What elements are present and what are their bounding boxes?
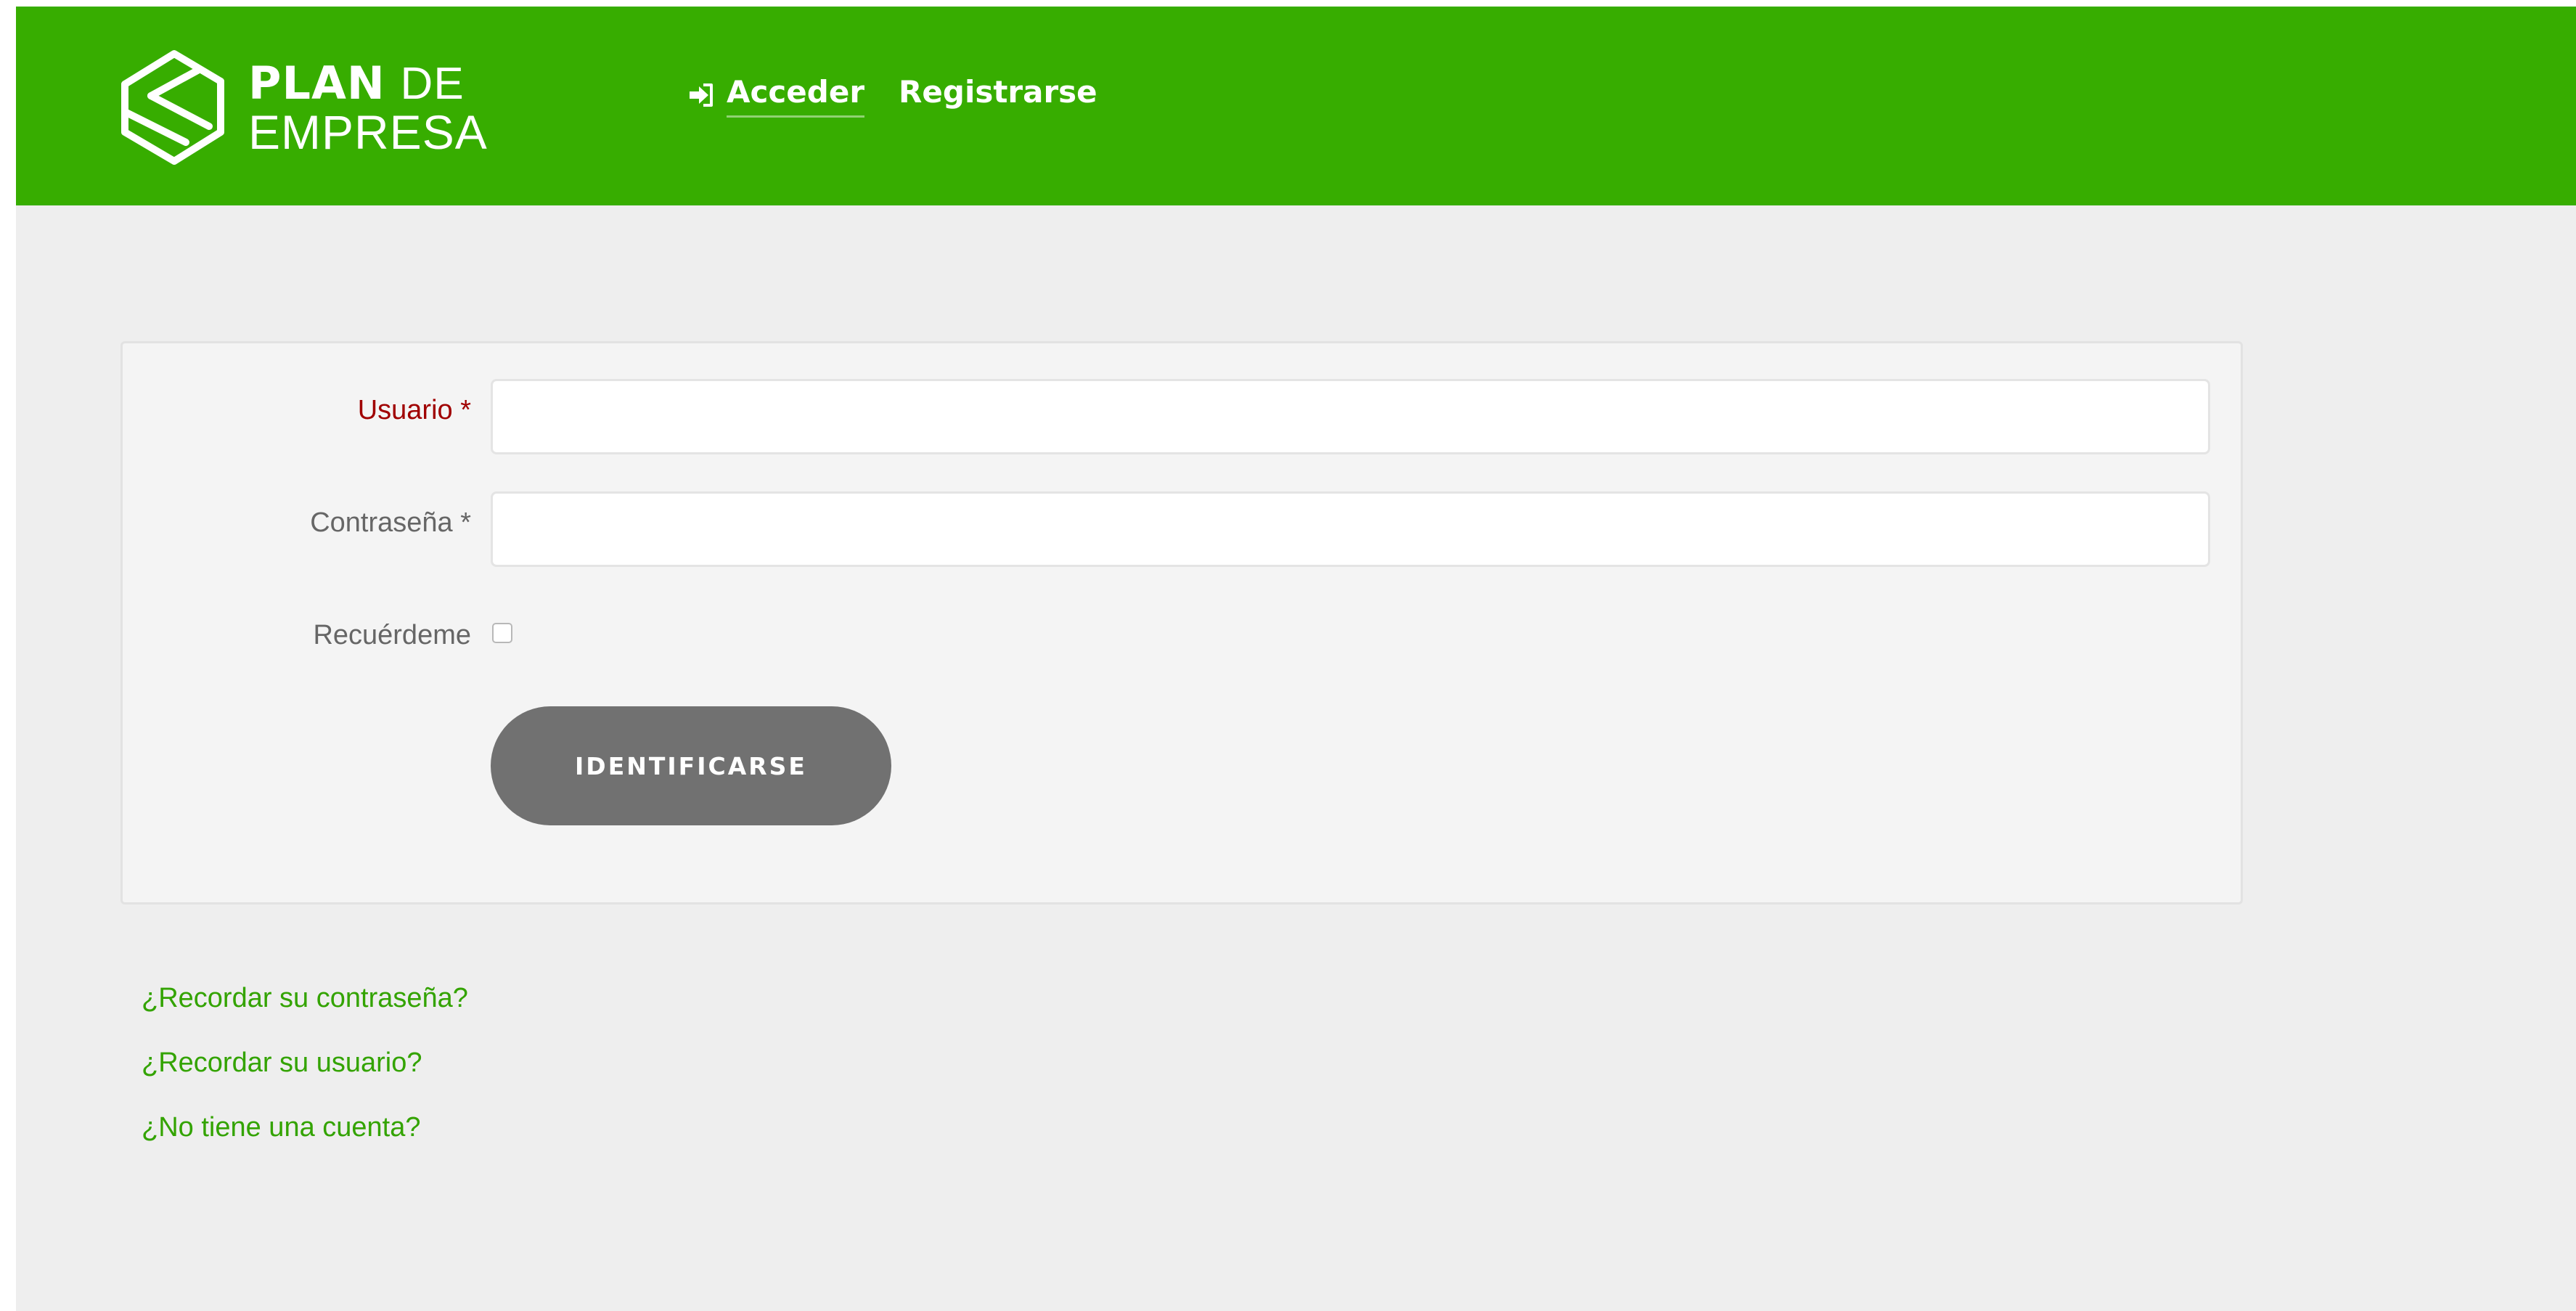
forgot-username-link[interactable]: ¿Recordar su usuario? — [142, 1031, 468, 1095]
remember-me-checkbox[interactable] — [492, 623, 512, 643]
nav-register-link[interactable]: Registrarse — [899, 70, 1097, 114]
main-nav: Acceder Registrarse — [687, 70, 1097, 128]
forgot-password-link[interactable]: ¿Recordar su contraseña? — [142, 966, 468, 1031]
login-form: Usuario * Contraseña * Recuérdeme IDENTI… — [120, 341, 2243, 904]
site-header: PLAN DE EMPRESA Acceder Registrarse — [16, 7, 2576, 205]
box-icon — [121, 50, 224, 165]
remember-me-label: Recuérdeme — [313, 620, 471, 650]
logo-de: DE — [400, 59, 465, 109]
page: PLAN DE EMPRESA Acceder Registrarse Usua… — [16, 7, 2576, 1311]
logo-wordmark: PLAN DE EMPRESA — [248, 61, 488, 159]
account-help-links: ¿Recordar su contraseña? ¿Recordar su us… — [142, 966, 468, 1160]
username-input[interactable] — [491, 379, 2210, 454]
logo-line-1: PLAN DE — [248, 61, 488, 107]
register-account-link[interactable]: ¿No tiene una cuenta? — [142, 1095, 468, 1160]
nav-login-link[interactable]: Acceder — [727, 70, 865, 118]
password-label: Contraseña * — [310, 507, 471, 538]
login-submit-button[interactable]: IDENTIFICARSE — [491, 706, 891, 825]
logo-line-2: EMPRESA — [248, 105, 488, 159]
logo-plan: PLAN — [248, 57, 385, 110]
username-label: Usuario * — [357, 395, 471, 425]
sign-in-icon — [690, 83, 713, 107]
site-logo[interactable]: PLAN DE EMPRESA — [119, 46, 487, 170]
password-input[interactable] — [491, 491, 2210, 567]
